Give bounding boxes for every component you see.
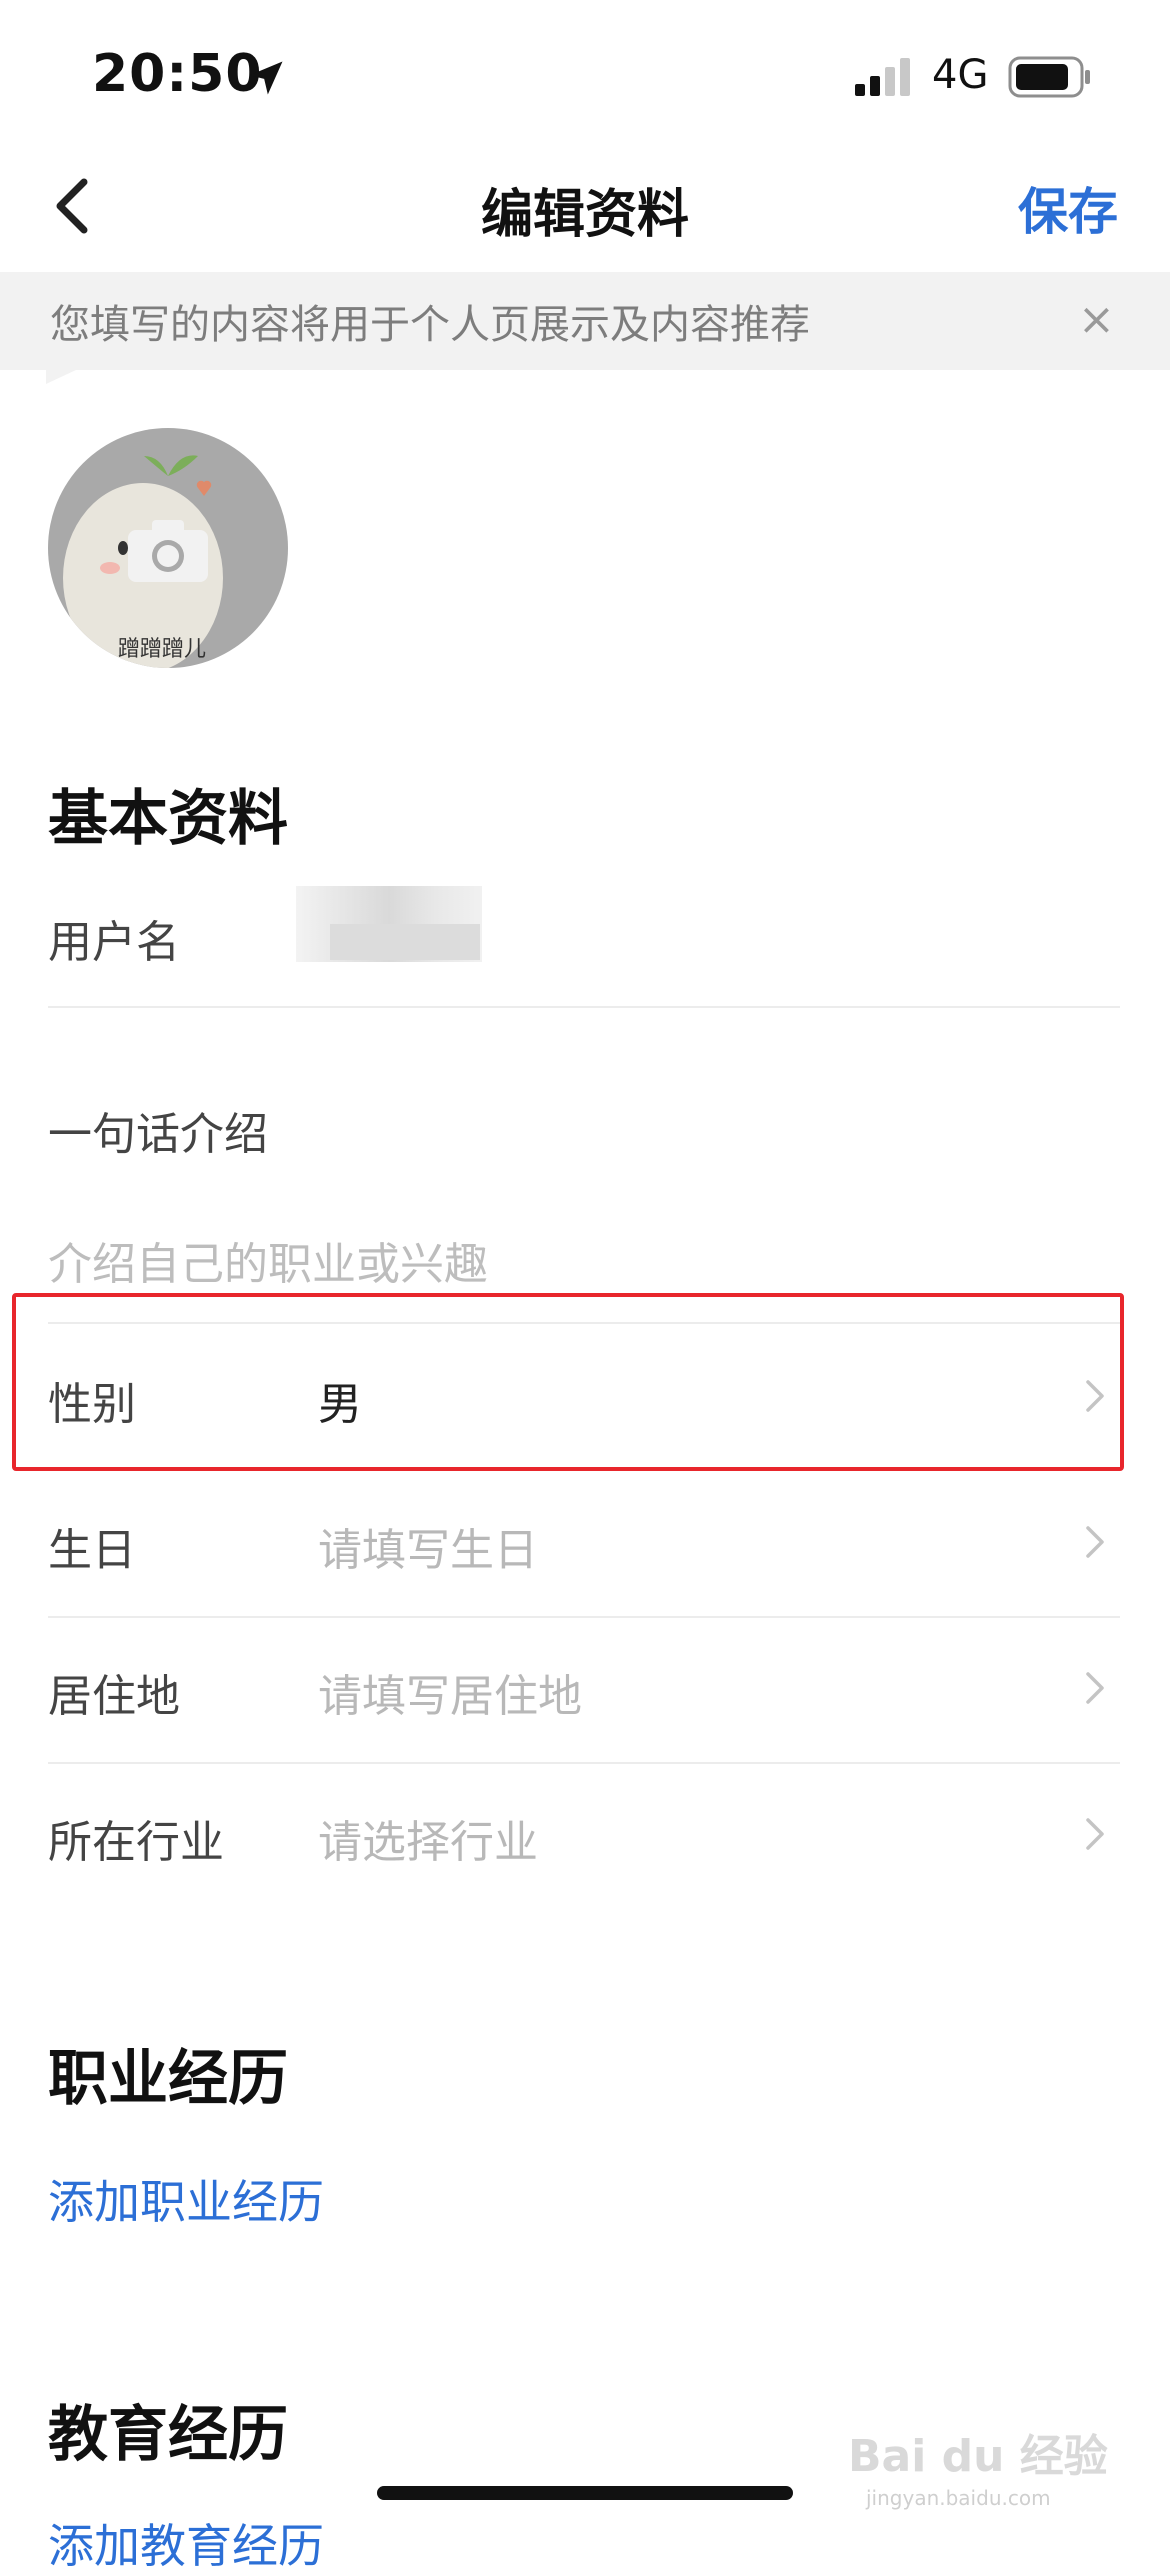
education-title: 教育经历 bbox=[48, 2400, 288, 2470]
watermark-url: jingyan.baidu.com bbox=[866, 2486, 1051, 2510]
residence-field[interactable]: 请填写居住地 bbox=[318, 1660, 582, 1724]
tip-pointer bbox=[46, 370, 76, 384]
save-button[interactable]: 保存 bbox=[1018, 172, 1118, 244]
chevron-right-icon[interactable] bbox=[1082, 1522, 1108, 1562]
cellular-signal-icon bbox=[855, 58, 910, 96]
home-indicator[interactable] bbox=[377, 2486, 793, 2500]
username-value-blur-inner bbox=[330, 924, 480, 960]
intro-input[interactable]: 介绍自己的职业或兴趣 bbox=[48, 1228, 488, 1292]
birthday-field[interactable]: 请填写生日 bbox=[318, 1514, 538, 1578]
divider bbox=[48, 1762, 1120, 1764]
birthday-label: 生日 bbox=[48, 1525, 136, 1576]
status-time: 20:50 bbox=[92, 44, 263, 104]
watermark-logo: Bai du 经验 bbox=[848, 2431, 1108, 2482]
chevron-right-icon[interactable] bbox=[1082, 1814, 1108, 1854]
camera-icon[interactable] bbox=[126, 518, 210, 584]
divider bbox=[48, 1616, 1120, 1618]
username-label: 用户名 bbox=[48, 917, 180, 968]
residence-label: 居住地 bbox=[48, 1671, 180, 1722]
basic-info-title: 基本资料 bbox=[48, 784, 288, 854]
add-career-link[interactable]: 添加职业经历 bbox=[48, 2166, 324, 2232]
add-education-link[interactable]: 添加教育经历 bbox=[48, 2510, 324, 2576]
battery-icon bbox=[1008, 56, 1090, 98]
intro-label: 一句话介绍 bbox=[48, 1109, 268, 1160]
avatar-caption: 蹭蹭蹭儿 bbox=[118, 637, 206, 662]
gender-row-highlight bbox=[12, 1293, 1124, 1471]
tip-text: 您填写的内容将用于个人页展示及内容推荐 bbox=[50, 302, 810, 348]
industry-field[interactable]: 请选择行业 bbox=[318, 1806, 538, 1870]
chevron-right-icon[interactable] bbox=[1082, 1668, 1108, 1708]
location-arrow-icon bbox=[249, 61, 283, 95]
divider bbox=[48, 1006, 1120, 1008]
career-title: 职业经历 bbox=[48, 2044, 288, 2114]
network-type: 4G bbox=[932, 52, 989, 98]
close-icon[interactable]: × bbox=[1078, 294, 1115, 345]
tip-banner: 您填写的内容将用于个人页展示及内容推荐 × bbox=[0, 272, 1170, 370]
industry-label: 所在行业 bbox=[48, 1817, 224, 1868]
page-title: 编辑资料 bbox=[480, 185, 689, 245]
